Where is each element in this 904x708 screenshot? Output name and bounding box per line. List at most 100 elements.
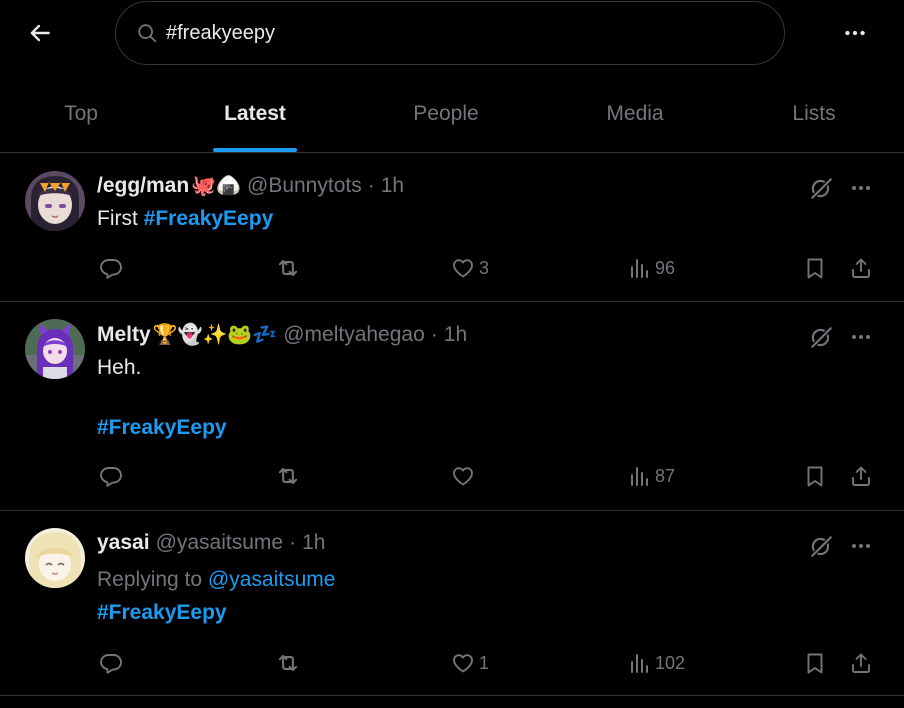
- share-button[interactable]: [849, 646, 873, 680]
- bookmark-icon: [803, 256, 827, 280]
- tweet-more-button[interactable]: [848, 173, 874, 203]
- like-button[interactable]: 1: [451, 646, 489, 680]
- display-name[interactable]: Melty: [97, 323, 151, 347]
- more-dots-icon: [845, 30, 865, 36]
- separator-dot: ·: [367, 173, 375, 197]
- share-icon: [849, 464, 873, 488]
- tab-top[interactable]: Top: [0, 76, 162, 152]
- more-dots-icon: [849, 176, 873, 200]
- display-name[interactable]: /egg/man: [97, 174, 189, 198]
- arrow-left-icon: [30, 24, 50, 42]
- avatar[interactable]: [25, 528, 85, 588]
- hashtag-link[interactable]: #FreakyEepy: [97, 601, 227, 625]
- grok-button[interactable]: [806, 322, 836, 352]
- timestamp[interactable]: 1h: [444, 323, 467, 347]
- views-chart-icon: [627, 464, 651, 488]
- name-emoji: 🐙🍙: [191, 175, 241, 197]
- tweet-more-button[interactable]: [848, 322, 874, 352]
- tab-media[interactable]: Media: [540, 76, 730, 152]
- search-tabs: Top Latest People Media Lists: [0, 76, 904, 153]
- reply-icon: [99, 464, 123, 488]
- tab-people[interactable]: People: [352, 76, 540, 152]
- grok-button[interactable]: [806, 531, 836, 561]
- share-button[interactable]: [849, 251, 873, 285]
- share-icon: [849, 651, 873, 675]
- tweet-actions: 1 102: [0, 646, 904, 680]
- views-button[interactable]: 102: [627, 646, 685, 680]
- retweet-icon: [275, 255, 301, 281]
- active-tab-indicator: [213, 148, 297, 152]
- mention-link[interactable]: @yasaitsume: [208, 568, 336, 591]
- tweet-actions: 87: [0, 459, 904, 493]
- tweet[interactable]: /egg/man 🐙🍙 @Bunnytots · 1h First #Freak…: [0, 153, 904, 302]
- view-count: 87: [655, 465, 676, 486]
- separator-dot: ·: [430, 322, 438, 346]
- avatar[interactable]: [25, 319, 85, 379]
- retweet-button[interactable]: [275, 646, 301, 680]
- like-button[interactable]: 3: [451, 251, 489, 285]
- more-options-button[interactable]: [838, 18, 872, 48]
- reply-icon: [99, 256, 123, 280]
- like-count: 1: [479, 652, 490, 673]
- views-button[interactable]: 96: [627, 251, 675, 285]
- name-emoji: 🏆👻✨🐸💤: [152, 324, 278, 346]
- reply-button[interactable]: [99, 251, 123, 285]
- retweet-button[interactable]: [275, 459, 301, 493]
- bookmark-icon: [803, 464, 827, 488]
- views-chart-icon: [627, 256, 651, 280]
- tweet-header: yasai @yasaitsume · 1h: [97, 531, 325, 555]
- tweet-text-prefix: First: [97, 207, 144, 230]
- timestamp[interactable]: 1h: [381, 174, 404, 198]
- reply-button[interactable]: [99, 646, 123, 680]
- search-input[interactable]: [166, 21, 726, 45]
- tab-lists[interactable]: Lists: [730, 76, 898, 152]
- views-chart-icon: [627, 651, 651, 675]
- hashtag-link[interactable]: #FreakyEepy: [97, 416, 227, 440]
- tweet[interactable]: yasai @yasaitsume · 1h Replying to @yasa…: [0, 511, 904, 696]
- tweet-text: Heh.: [97, 356, 142, 379]
- retweet-icon: [275, 650, 301, 676]
- tweet-header: Melty 🏆👻✨🐸💤 @meltyahegao · 1h: [97, 322, 467, 347]
- like-button[interactable]: [451, 459, 479, 493]
- heart-icon: [451, 464, 475, 488]
- replying-to: Replying to @yasaitsume: [97, 568, 335, 592]
- like-count: 3: [479, 257, 490, 278]
- grok-button[interactable]: [806, 173, 836, 203]
- separator-dot: ·: [289, 531, 297, 554]
- tweet[interactable]: Melty 🏆👻✨🐸💤 @meltyahegao · 1h Heh. #Frea…: [0, 302, 904, 511]
- user-handle[interactable]: @Bunnytots: [247, 174, 362, 198]
- retweet-button[interactable]: [275, 251, 301, 285]
- timestamp[interactable]: 1h: [302, 531, 325, 555]
- back-button[interactable]: [22, 16, 58, 50]
- tweet-header: /egg/man 🐙🍙 @Bunnytots · 1h: [97, 173, 404, 198]
- retweet-icon: [275, 463, 301, 489]
- grok-icon: [808, 175, 834, 201]
- tweet-text: First #FreakyEepy: [97, 207, 273, 231]
- heart-icon: [451, 651, 475, 675]
- share-icon: [849, 256, 873, 280]
- search-icon: [138, 24, 157, 43]
- view-count: 102: [655, 652, 686, 673]
- reply-button[interactable]: [99, 459, 123, 493]
- bookmark-button[interactable]: [803, 646, 827, 680]
- display-name[interactable]: yasai: [97, 531, 150, 555]
- grok-icon: [808, 324, 834, 350]
- share-button[interactable]: [849, 459, 873, 493]
- grok-icon: [808, 533, 834, 559]
- hashtag-link[interactable]: #FreakyEepy: [144, 207, 274, 230]
- user-handle[interactable]: @yasaitsume: [156, 531, 284, 555]
- search-box[interactable]: [115, 1, 785, 65]
- more-dots-icon: [849, 534, 873, 558]
- tab-latest[interactable]: Latest: [162, 76, 348, 152]
- replying-to-label: Replying to: [97, 568, 208, 591]
- bookmark-button[interactable]: [803, 459, 827, 493]
- more-dots-icon: [849, 325, 873, 349]
- views-button[interactable]: 87: [627, 459, 675, 493]
- tweet-more-button[interactable]: [848, 531, 874, 561]
- tweet-actions: 3 96: [0, 251, 904, 285]
- bookmark-button[interactable]: [803, 251, 827, 285]
- bookmark-icon: [803, 651, 827, 675]
- avatar[interactable]: [25, 171, 85, 231]
- user-handle[interactable]: @meltyahegao: [283, 323, 425, 347]
- view-count: 96: [655, 257, 676, 278]
